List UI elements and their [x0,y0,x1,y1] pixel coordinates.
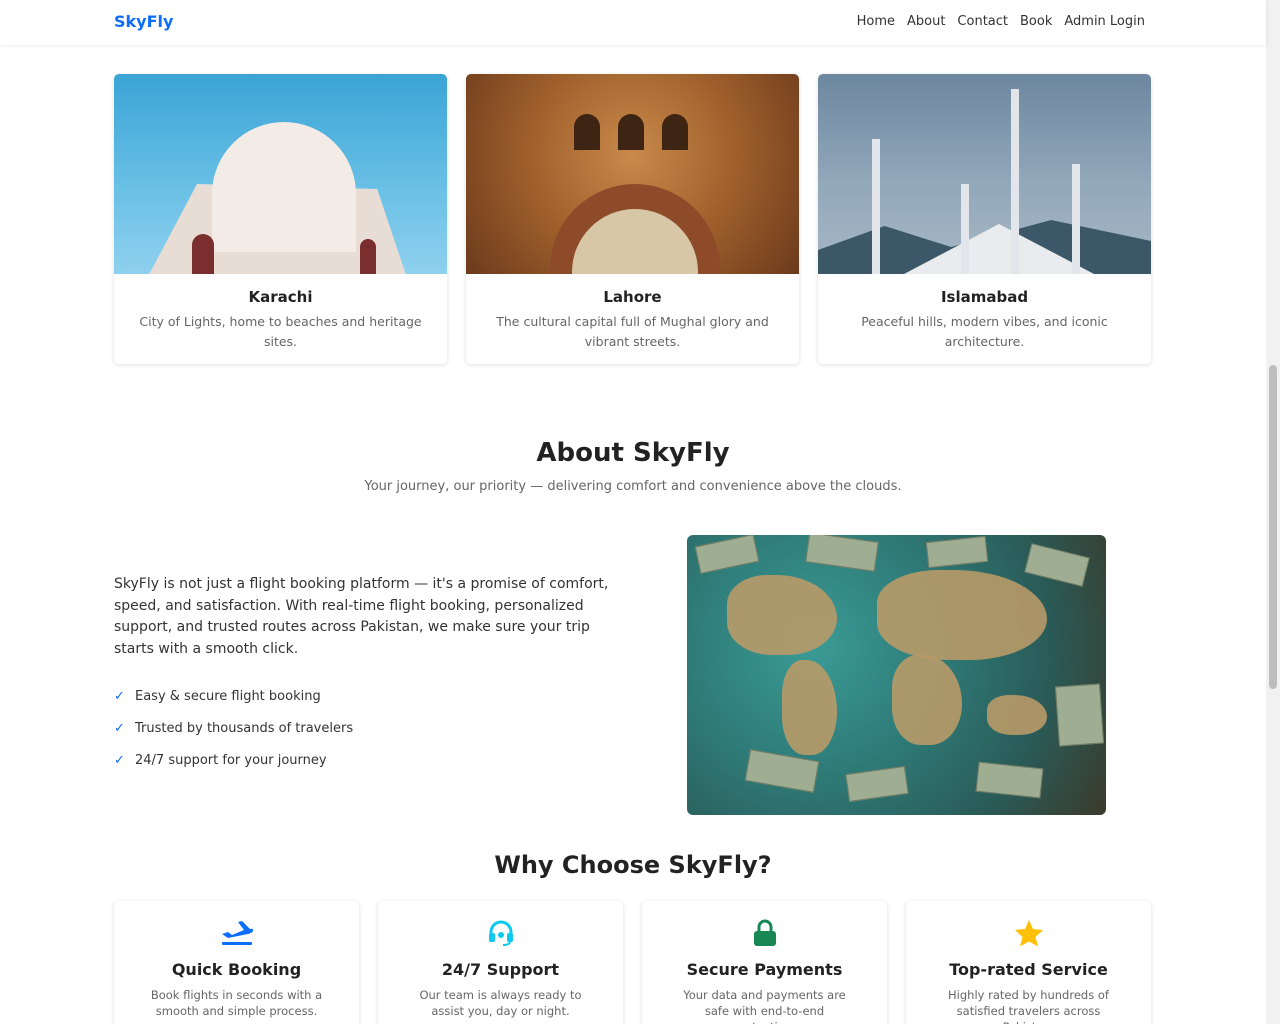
nav-links: Home About Contact Book Admin Login [857,14,1145,29]
city-description: Peaceful hills, modern vibes, and iconic… [861,314,1108,349]
about-text: SkyFly is not just a flight booking plat… [114,576,609,657]
nav-contact[interactable]: Contact [957,14,1008,29]
plane-icon [114,917,359,949]
feature-title: Secure Payments [686,960,843,979]
point-label: Easy & secure flight booking [135,688,321,704]
feature-card: Quick Booking Book flights in seconds wi… [114,901,359,1024]
lahore-image [466,74,799,274]
scrollbar-thumb[interactable] [1269,365,1277,689]
feature-card: 24/7 Support Our team is always ready to… [378,901,623,1024]
feature-card: Secure Payments Your data and payments a… [642,901,887,1024]
feature-description: Book flights in seconds with a smooth an… [150,988,323,1018]
page-scrollbar[interactable] [1266,0,1280,1024]
feature-title: 24/7 Support [441,960,560,979]
world-map-image [687,535,1106,815]
islamabad-image [818,74,1151,274]
nav-home[interactable]: Home [857,14,895,29]
list-item: ✓ Trusted by thousands of travelers [114,712,353,744]
city-card-islamabad[interactable]: Islamabad Peaceful hills, modern vibes, … [818,74,1151,364]
feature-description: Our team is always ready to assist you, … [419,988,582,1018]
feature-description: Highly rated by hundreds of satisfied tr… [948,988,1109,1024]
check-icon: ✓ [114,752,125,768]
city-description: City of Lights, home to beaches and heri… [139,314,422,349]
city-title: Islamabad [940,288,1029,306]
list-item: ✓ Easy & secure flight booking [114,680,353,712]
feature-card: Top-rated Service Highly rated by hundre… [906,901,1151,1024]
city-card-lahore[interactable]: Lahore The cultural capital full of Mugh… [466,74,799,364]
why-title: Why Choose SkyFly? [494,851,772,879]
lock-icon [642,917,887,949]
feature-description: Your data and payments are safe with end… [683,988,846,1024]
point-label: Trusted by thousands of travelers [135,720,354,736]
nav-admin-login[interactable]: Admin Login [1064,14,1145,29]
karachi-image [114,74,447,274]
about-title: About SkyFly [536,438,730,468]
about-subtitle: Your journey, our priority — delivering … [364,479,902,494]
city-card-karachi[interactable]: Karachi City of Lights, home to beaches … [114,74,447,364]
city-title: Karachi [248,288,313,306]
list-item: ✓ 24/7 support for your journey [114,744,353,776]
feature-title: Quick Booking [171,960,302,979]
brand-logo[interactable]: SkyFly [114,12,173,31]
nav-about[interactable]: About [907,14,945,29]
check-icon: ✓ [114,720,125,736]
city-description: The cultural capital full of Mughal glor… [496,314,769,349]
city-title: Lahore [603,288,662,306]
nav-book[interactable]: Book [1020,14,1052,29]
star-icon [906,917,1151,949]
headset-icon [378,917,623,949]
point-label: 24/7 support for your journey [135,752,327,768]
navbar: SkyFly Home About Contact Book Admin Log… [0,0,1266,45]
check-icon: ✓ [114,688,125,704]
feature-title: Top-rated Service [949,960,1108,979]
about-points: ✓ Easy & secure flight booking ✓ Trusted… [114,680,353,776]
